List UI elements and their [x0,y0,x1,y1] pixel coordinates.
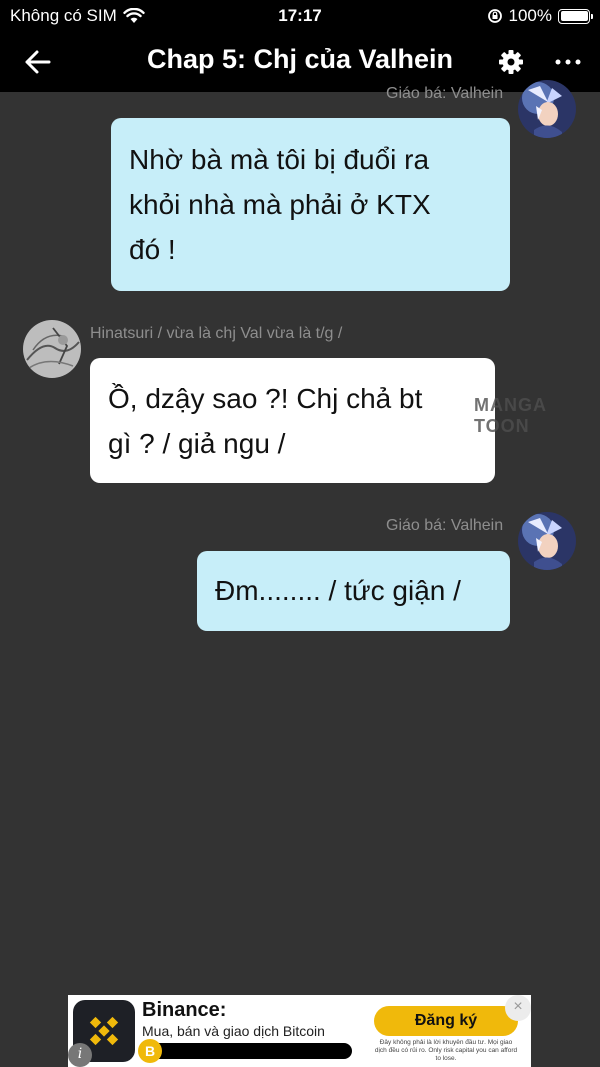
gear-icon [499,50,523,74]
sender-name: Giáo bá: Valhein [386,517,504,534]
avatar-valhein-icon [518,80,576,138]
settings-button[interactable] [498,49,524,75]
sender-name: Giáo bá: Valhein [386,85,504,102]
battery-level [560,11,588,21]
message-bubble: Đm........ / tức giận / [197,551,510,631]
avatar-valhein-icon [518,512,576,570]
message-line: đó ! [129,234,176,265]
message-line: Ồ, dzậy sao ?! Chj chả bt [108,383,423,414]
more-options-button[interactable] [554,50,582,74]
ad-banner[interactable]: Binance: Mua, bán và giao dịch Bitcoin B… [68,995,531,1067]
status-right: 100% [487,6,593,26]
sender-name: Hinatsuri / vừa là chj Val vừa là t/g / [90,325,343,342]
message-bubble: Nhờ bà mà tôi bị đuổi ra khỏi nhà mà phả… [111,118,510,291]
message-line: Nhờ bà mà tôi bị đuổi ra [129,144,430,175]
message-line: gì ? / giả ngu / [108,428,286,459]
battery-icon [558,8,593,24]
battery-percent: 100% [508,6,552,25]
avatar[interactable] [518,80,576,138]
close-icon[interactable]: × [505,995,531,1021]
message-line: Đm........ / tức giận / [215,575,461,606]
avatar-hinatsuri-icon [23,320,81,378]
ad-signup-button[interactable]: Đăng ký [374,1006,518,1036]
ad-subtitle: Mua, bán và giao dịch Bitcoin [142,1023,325,1039]
status-bar: Không có SIM 17:17 100% [0,0,600,32]
watermark: MANGA TOON [474,395,547,436]
ad-title: Binance: [142,999,227,1021]
ad-progress-bar [150,1043,352,1059]
bitcoin-coin-icon: B [138,1039,162,1063]
message-line: khỏi nhà mà phải ở KTX [129,189,431,220]
message-bubble: Ồ, dzậy sao ?! Chj chả bt gì ? / giả ngu… [90,358,495,483]
ad-disclaimer: Đây không phải là lời khuyên đầu tư. Mọi… [374,1039,518,1062]
avatar[interactable] [23,320,81,378]
info-icon[interactable]: i [68,1043,92,1067]
ellipsis-icon [555,59,581,65]
chat-header: Chap 5: Chj của Valhein [0,32,600,92]
avatar[interactable] [518,512,576,570]
orientation-lock-icon [487,9,502,23]
